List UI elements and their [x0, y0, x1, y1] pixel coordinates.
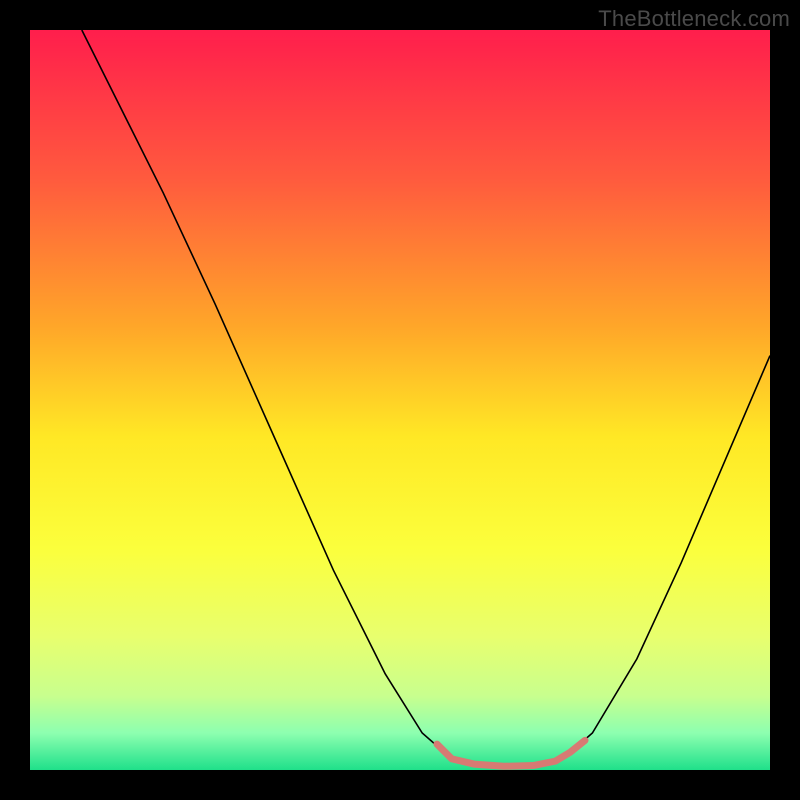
gradient-background: [30, 30, 770, 770]
watermark-text: TheBottleneck.com: [598, 6, 790, 32]
chart-frame: TheBottleneck.com: [0, 0, 800, 800]
chart-svg: [30, 30, 770, 770]
plot-area: [30, 30, 770, 770]
